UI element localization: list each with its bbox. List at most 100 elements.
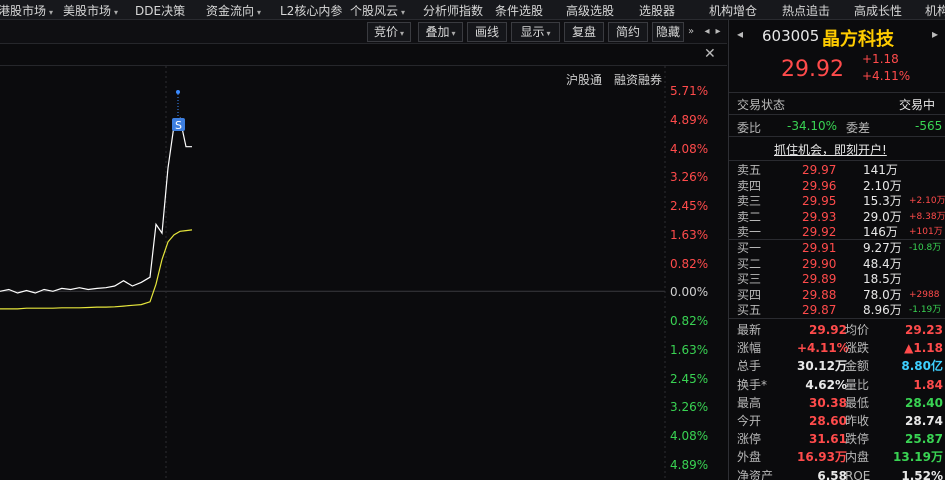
stat-value: ▲1.18 xyxy=(904,341,943,356)
stat-label: 量比 xyxy=(845,377,870,392)
chevron-down-icon: ▾ xyxy=(400,29,405,38)
menu-item-label: 高成长性 xyxy=(854,4,903,18)
menu-item-label: 资金流向 xyxy=(206,4,255,18)
toolbar-button[interactable]: 显示 ▾ xyxy=(511,22,560,42)
ask-row[interactable]: 卖二 29.93 29.0万 +8.38万 xyxy=(737,210,945,224)
menu-item[interactable]: 机构 xyxy=(925,2,945,19)
ask-row[interactable]: 卖三 29.95 15.3万 +2.10万 xyxy=(737,194,945,208)
toolbar-button[interactable]: 隐藏 xyxy=(652,22,684,42)
stat-value: 28.74 xyxy=(905,414,943,428)
intraday-chart[interactable]: S xyxy=(0,66,727,480)
top-menu-bar: 港股市场 ▾ 美股市场 ▾ DDE决策 资金流向 ▾ L2核心内参 个股风云 ▾ 分析师指数 条件选股… xyxy=(0,0,945,20)
stat-label: 均价 xyxy=(845,323,870,337)
toolbar-button[interactable]: 复盘 xyxy=(564,22,604,42)
menu-item[interactable]: 机构增仓 xyxy=(709,2,757,19)
stats-row: 最新 29.92 均价 29.23 xyxy=(737,321,943,339)
menu-item[interactable]: 港股市场 ▾ xyxy=(0,2,53,19)
level-price: 29.92 xyxy=(802,225,837,239)
bid-row[interactable]: 买一 29.91 9.27万 -10.8万 xyxy=(737,241,943,255)
level-delta: +2988 xyxy=(909,289,940,300)
level-label: 买二 xyxy=(737,256,762,271)
stat-label: 今开 xyxy=(737,414,762,428)
stat-value: 29.23 xyxy=(905,323,943,337)
average-line xyxy=(0,229,193,310)
stat-label: 最低 xyxy=(845,395,870,410)
y-tick-label: 0.82% xyxy=(670,256,709,271)
double-chevron-right-icon[interactable]: » xyxy=(684,24,698,40)
toolbar-button[interactable]: 简约 xyxy=(608,22,648,42)
menu-item[interactable]: 热点追击 xyxy=(782,2,830,19)
menu-item[interactable]: 选股器 xyxy=(639,2,675,19)
marker-dot xyxy=(176,90,180,94)
menu-item[interactable]: 个股风云 ▾ xyxy=(350,2,405,19)
chart-subbar: ✕ xyxy=(0,44,727,66)
menu-item[interactable]: DDE决策 xyxy=(135,2,185,19)
menu-item[interactable]: 美股市场 ▾ xyxy=(63,2,118,19)
ask-row[interactable]: 卖五 29.97 141万 xyxy=(737,163,943,177)
menu-item-label: 美股市场 xyxy=(63,4,112,18)
menu-item-label: 港股市场 xyxy=(0,4,47,18)
stat-label: 净资产 xyxy=(737,468,774,480)
bid-row[interactable]: 买五 29.87 8.96万 -1.19万 xyxy=(737,303,943,317)
bid-row[interactable]: 买四 29.88 78.0万 +2988 xyxy=(737,288,943,302)
price-line xyxy=(0,117,192,294)
stat-value: 6.58 xyxy=(817,468,847,480)
menu-item[interactable]: 高成长性 xyxy=(854,2,902,19)
ask-row[interactable]: 卖四 29.96 2.10万 xyxy=(737,179,943,193)
next-stock-icon[interactable]: ▸ xyxy=(932,27,938,41)
menu-item-label: 选股器 xyxy=(639,4,676,18)
stat-value: 1.84 xyxy=(913,377,943,392)
stat-value: 30.38 xyxy=(809,395,847,410)
stat-label: 涨停 xyxy=(737,432,762,447)
chart-svg: S xyxy=(0,66,666,480)
divider xyxy=(729,239,945,240)
close-icon[interactable]: ✕ xyxy=(704,46,716,62)
menu-item-label: 热点追击 xyxy=(782,4,831,18)
open-account-link[interactable]: 抓住机会，即刻开户! xyxy=(774,141,887,158)
weicha-label: 委差 xyxy=(846,121,871,135)
triangle-right-icon[interactable]: ▸ xyxy=(711,24,725,40)
stat-value: 31.61 xyxy=(809,432,847,447)
level-delta: +2.10万 xyxy=(909,196,945,206)
stats-row: 总手 30.12万 金额 8.80亿 xyxy=(737,357,943,375)
stat-value: 13.19万 xyxy=(893,450,943,465)
stat-value: 30.12万 xyxy=(797,359,847,374)
level-volume: 48.4万 xyxy=(863,256,902,271)
level-label: 卖五 xyxy=(737,163,762,177)
menu-item[interactable]: L2核心内参 xyxy=(280,2,342,19)
level-price: 29.88 xyxy=(802,287,837,302)
toolbar-button[interactable]: 画线 xyxy=(467,22,507,42)
menu-item[interactable]: 条件选股 xyxy=(495,2,543,19)
price-change-pct: +4.11% xyxy=(862,69,911,83)
stock-name: 晶方科技 xyxy=(822,29,894,50)
divider xyxy=(729,114,945,115)
prev-stock-icon[interactable]: ◂ xyxy=(737,27,743,41)
stats-row: 今开 28.60 昨收 28.74 xyxy=(737,412,943,430)
divider xyxy=(729,92,945,93)
toolbar-button[interactable]: 竞价 ▾ xyxy=(367,22,411,42)
level-volume: 141万 xyxy=(863,163,898,177)
stat-label: 金额 xyxy=(845,359,870,374)
stat-label: 昨收 xyxy=(845,414,870,428)
stat-label: 跌停 xyxy=(845,432,870,447)
stat-value: 25.87 xyxy=(905,432,943,447)
menu-item[interactable]: 分析师指数 xyxy=(423,2,483,19)
y-tick-label: 4.08% xyxy=(670,141,709,156)
stat-label: 涨幅 xyxy=(737,341,762,356)
level-label: 卖四 xyxy=(737,178,762,193)
y-tick-label: 3.26% xyxy=(670,170,709,185)
toolbar-button[interactable]: 叠加 ▾ xyxy=(418,22,463,42)
menu-item-label: 条件选股 xyxy=(495,4,544,18)
ask-row[interactable]: 卖一 29.92 146万 +101万 xyxy=(737,225,943,239)
menu-item[interactable]: 高级选股 xyxy=(566,2,614,19)
toolbar-button-label: 叠加 xyxy=(425,25,450,39)
quote-panel: ◂ 603005 晶方科技 ▸ 29.92 +1.18 +4.11% 交易状态 … xyxy=(728,20,945,480)
stat-label: 涨跌 xyxy=(845,341,870,356)
bid-row[interactable]: 买二 29.90 48.4万 xyxy=(737,257,943,271)
divider xyxy=(729,160,945,161)
level-delta: +8.38万 xyxy=(909,211,945,222)
stats-row: 净资产 6.58 ROE 1.52% xyxy=(737,467,943,480)
level-volume: 18.5万 xyxy=(863,272,902,286)
bid-row[interactable]: 买三 29.89 18.5万 xyxy=(737,272,943,286)
menu-item[interactable]: 资金流向 ▾ xyxy=(206,2,261,19)
